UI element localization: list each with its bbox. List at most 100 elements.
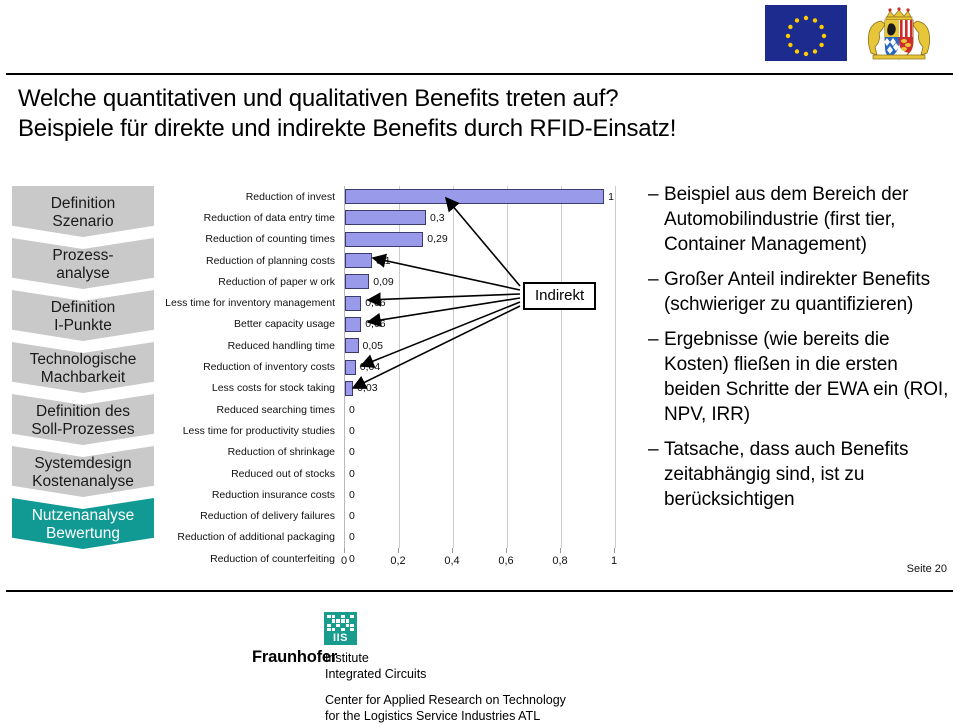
note-text: Beispiel aus dem Bereich der Automobilin… <box>664 184 909 255</box>
sidebar-item-definition-szenario[interactable]: Definition Szenario <box>12 186 154 237</box>
sidebar-item-label-line2: Szenario <box>52 212 114 230</box>
chart-bar-row: 0,04 <box>345 356 614 377</box>
chart-category-label: Less costs for stock taking <box>211 382 335 395</box>
chart-bar-row: 0,1 <box>345 250 614 271</box>
chart-bar-value-label: 0,06 <box>365 318 386 331</box>
note-text: Großer Anteil indirekter Benefits (schwi… <box>664 269 930 315</box>
sidebar-item-label-line2: Soll-Prozesses <box>31 420 135 438</box>
chart-bar-value-label: 0 <box>349 531 355 544</box>
sidebar-item-systemdesign-kostenanalyse[interactable]: Systemdesign Kostenanalyse <box>12 446 154 497</box>
sidebar-item-label-line1: Definition <box>50 194 116 212</box>
chart-x-tick-mark <box>344 548 345 553</box>
bullet-dash-icon: – <box>648 184 659 205</box>
chart-bar-row: 0 <box>345 484 614 505</box>
chart-bar-value-label: 0 <box>349 488 355 501</box>
sidebar-item-label-line1: Prozess- <box>52 246 114 264</box>
chart-x-tick-label: 0,6 <box>498 555 514 567</box>
chart-bar-value-label: 0 <box>349 424 355 437</box>
note-text: Tatsache, dass auch Benefits zeitabhängi… <box>664 439 909 510</box>
chart-bar-value-label: 0 <box>349 446 355 459</box>
sidebar-item-label-line2: Bewertung <box>45 524 121 542</box>
chart-category-labels: Reduction of invest Reduction of data ent… <box>165 186 340 569</box>
chart-x-tick-mark <box>398 548 399 553</box>
chart-bar-value-label: 0,04 <box>359 361 381 374</box>
chart-bar-row: 0,06 <box>345 314 614 335</box>
sidebar-item-label-line1: Definition <box>50 298 116 316</box>
chart-bar-value-label: 0,06 <box>365 297 386 310</box>
page-title: Welche quantitativen und qualitativen Be… <box>18 84 918 144</box>
bullet-dash-icon: – <box>648 269 659 290</box>
chart-bar-value-label: 0,09 <box>373 275 394 288</box>
chart-bar-row: 0,3 <box>345 207 614 228</box>
sidebar-item-label-line2: Kostenanalyse <box>32 472 134 490</box>
chart-bar <box>345 338 359 354</box>
chart-bar <box>345 380 354 396</box>
chart-x-tick-label: 0,4 <box>444 555 460 567</box>
sidebar-item-definition-i-punkte[interactable]: Definition I-Punkte <box>12 290 154 341</box>
chart-bar-row: 0 <box>345 442 614 463</box>
chart-bar-value-label: 0,1 <box>376 254 391 267</box>
logo-subtitle: Institute Integrated Circuits <box>325 650 426 682</box>
chart-category-label: Reduced out of stocks <box>231 467 335 480</box>
logo-center-line2: for the Logistics Service Industries ATL <box>325 709 541 723</box>
chart-bar-row: 0,29 <box>345 229 614 250</box>
chart-bar-row: 0,03 <box>345 378 614 399</box>
chart-bar-value-label: 0 <box>349 403 355 416</box>
sidebar-item-definition-soll-prozesses[interactable]: Definition des Soll-Prozesses <box>12 394 154 445</box>
chart-category-label: Reduction of counting times <box>205 233 335 246</box>
sidebar-item-label-line1: Definition des <box>36 402 130 420</box>
process-steps-sidebar: Definition Szenario Prozess- analyse Def… <box>12 186 154 550</box>
chart-bar-row: 0 <box>345 399 614 420</box>
sidebar-item-label-line1: Technologische <box>29 350 137 368</box>
page-title-line1: Welche quantitativen und qualitativen Be… <box>18 85 619 112</box>
chart-gridline <box>615 186 616 548</box>
note-text: Ergebnisse (wie bereits die Kosten) flie… <box>664 329 949 425</box>
fraunhofer-iis-mark-icon: IIS <box>324 612 357 645</box>
sidebar-item-technologische-machbarkeit[interactable]: Technologische Machbarkeit <box>12 342 154 393</box>
bavaria-crest-svg <box>867 7 931 60</box>
chart-x-tick-label: 0,2 <box>390 555 406 567</box>
eu-stars-svg <box>765 5 847 61</box>
chart-category-label: Reduction of shrinkage <box>227 446 335 459</box>
chart-bar <box>345 359 356 375</box>
chart-bar-row: 0 <box>345 463 614 484</box>
chart-bar-value-label: 0 <box>349 467 355 480</box>
header-emblems <box>765 5 941 67</box>
chart-category-label: Reduction of invest <box>245 190 335 203</box>
chart-category-label: Reduction of counterfeiting <box>210 552 335 565</box>
sidebar-item-nutzenanalyse-bewertung[interactable]: Nutzenanalyse Bewertung <box>12 498 154 549</box>
chart-category-label: Better capacity usage <box>234 318 335 331</box>
logo-subtitle-line1: Institute <box>325 651 369 665</box>
chart-x-tick-mark <box>506 548 507 553</box>
bavaria-coat-of-arms-icon <box>857 5 941 65</box>
chart-x-axis: 0 0,2 0,4 0,6 0,8 1 <box>341 548 617 578</box>
logo-iis-text: IIS <box>333 632 348 644</box>
chart-category-label: Reduction of additional packaging <box>177 531 335 544</box>
chart-category-label: Reduction of data entry time <box>203 211 335 224</box>
chart-bar-row: 0 <box>345 420 614 441</box>
page-title-line2: Beispiele für direkte und indirekte Bene… <box>18 115 677 142</box>
chart-category-label: Reduction of inventory costs <box>203 361 335 374</box>
chart-bar-value-label: 0,03 <box>357 382 378 395</box>
chart-plot-area: 1 0,3 0,29 0,1 0,09 0,06 0,06 0,05 0,04 0,03 0 0 0 0 0… <box>344 186 616 565</box>
sidebar-item-label-line2: I-Punkte <box>54 316 112 334</box>
chart-bar-value-label: 1 <box>608 190 614 203</box>
eu-flag-icon <box>765 5 847 61</box>
chart-category-label: Reduction of delivery failures <box>200 510 335 523</box>
chart-x-tick-mark <box>560 548 561 553</box>
chart-category-label: Less time for productivity studies <box>182 424 335 437</box>
chart-category-label: Reduction insurance costs <box>211 488 335 501</box>
logo-subtitle-line2: Integrated Circuits <box>325 667 427 681</box>
bullet-dash-icon: – <box>648 439 659 460</box>
chart-bar-value-label: 0 <box>349 552 355 565</box>
list-item: – Beispiel aus dem Bereich der Automobil… <box>648 182 950 257</box>
chart-bar-value-label: 0,3 <box>430 211 445 224</box>
chart-bar <box>345 295 362 311</box>
page-number: Seite 20 <box>906 563 947 575</box>
chart-bar-value-label: 0,05 <box>362 339 383 352</box>
sidebar-item-label-line1: Systemdesign <box>34 454 132 472</box>
logo-grid-pattern <box>327 615 354 631</box>
footer-divider <box>6 590 953 592</box>
sidebar-item-prozessanalyse[interactable]: Prozess- analyse <box>12 238 154 289</box>
sidebar-item-label-line2: analyse <box>56 264 110 282</box>
